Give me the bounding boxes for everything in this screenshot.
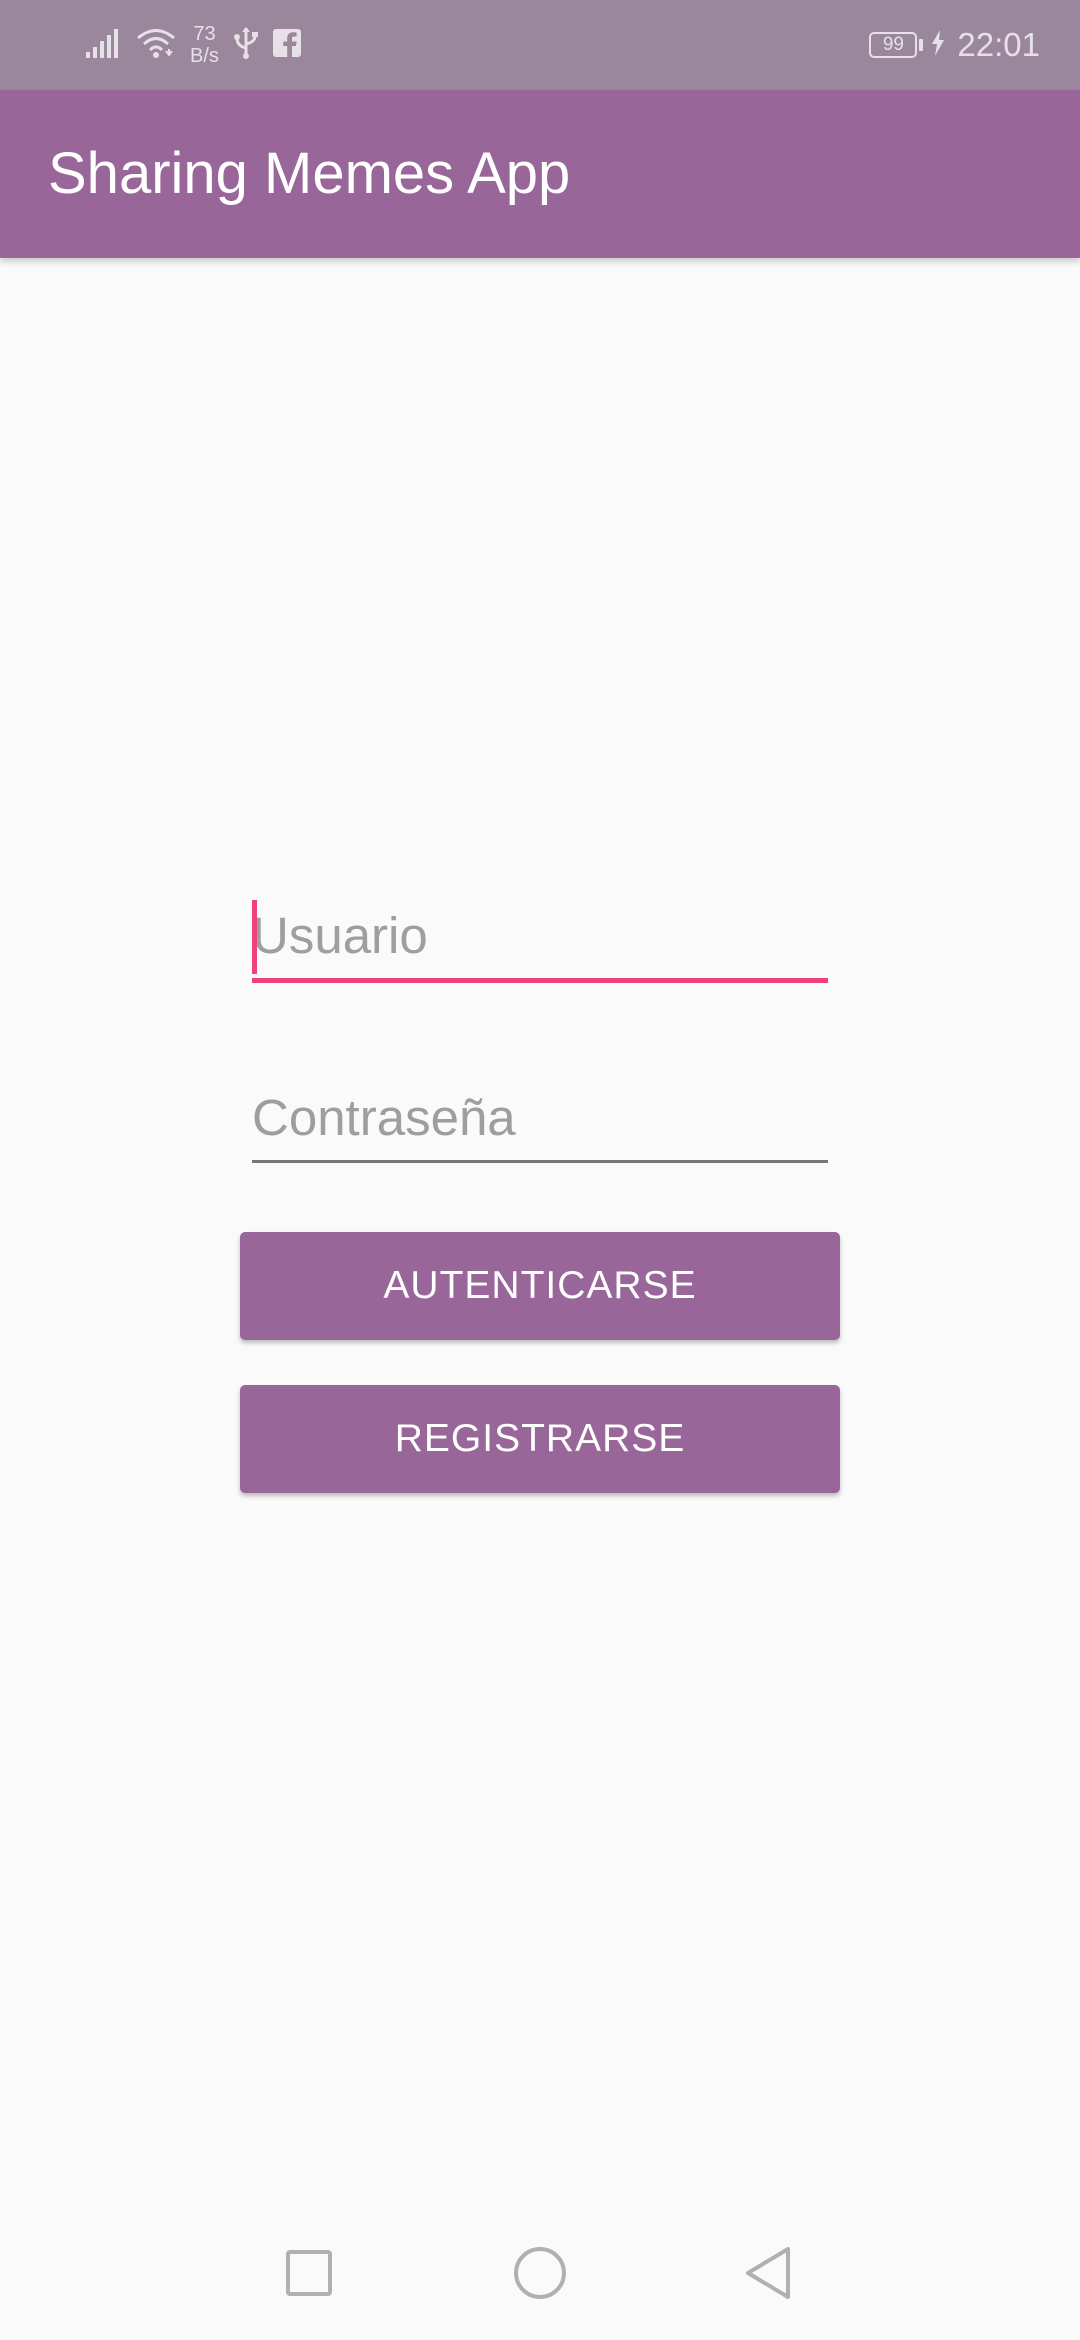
text-cursor [252, 900, 257, 974]
network-speed-value: 73 [193, 23, 216, 45]
battery-level: 99 [869, 32, 918, 58]
network-speed-unit: B/s [190, 45, 219, 67]
battery-tip [919, 39, 924, 51]
battery-icon: 99 [869, 32, 924, 58]
charging-icon [931, 29, 945, 61]
login-button[interactable]: AUTENTICARSE [240, 1232, 840, 1340]
status-bar: 73 B/s 99 22:01 [0, 0, 1080, 90]
username-underline [252, 978, 828, 983]
username-field-container [252, 896, 828, 983]
network-speed: 73 B/s [190, 23, 219, 67]
status-bar-right: 99 22:01 [869, 0, 1040, 90]
recents-button[interactable] [244, 2210, 374, 2340]
app-title: Sharing Memes App [48, 141, 571, 206]
usb-icon [233, 26, 259, 65]
signal-icon [86, 28, 122, 63]
navigation-bar [0, 2210, 1080, 2340]
wifi-icon [136, 27, 176, 64]
status-bar-left: 73 B/s [86, 0, 301, 90]
facebook-icon [272, 28, 301, 62]
password-underline [252, 1160, 828, 1163]
password-input[interactable] [252, 1078, 828, 1158]
back-icon [744, 2246, 794, 2305]
back-button[interactable] [704, 2210, 834, 2340]
app-bar: Sharing Memes App [0, 90, 1080, 258]
register-button[interactable]: REGISTRARSE [240, 1385, 840, 1493]
password-field-container [252, 1078, 828, 1163]
home-button[interactable] [475, 2210, 605, 2340]
login-screen: 73 B/s 99 22:01 Sharing Memes App Usuari… [0, 0, 1080, 2340]
home-icon [513, 2246, 567, 2305]
clock: 22:01 [957, 26, 1040, 63]
recents-icon [285, 2249, 333, 2302]
username-input[interactable] [252, 896, 828, 976]
